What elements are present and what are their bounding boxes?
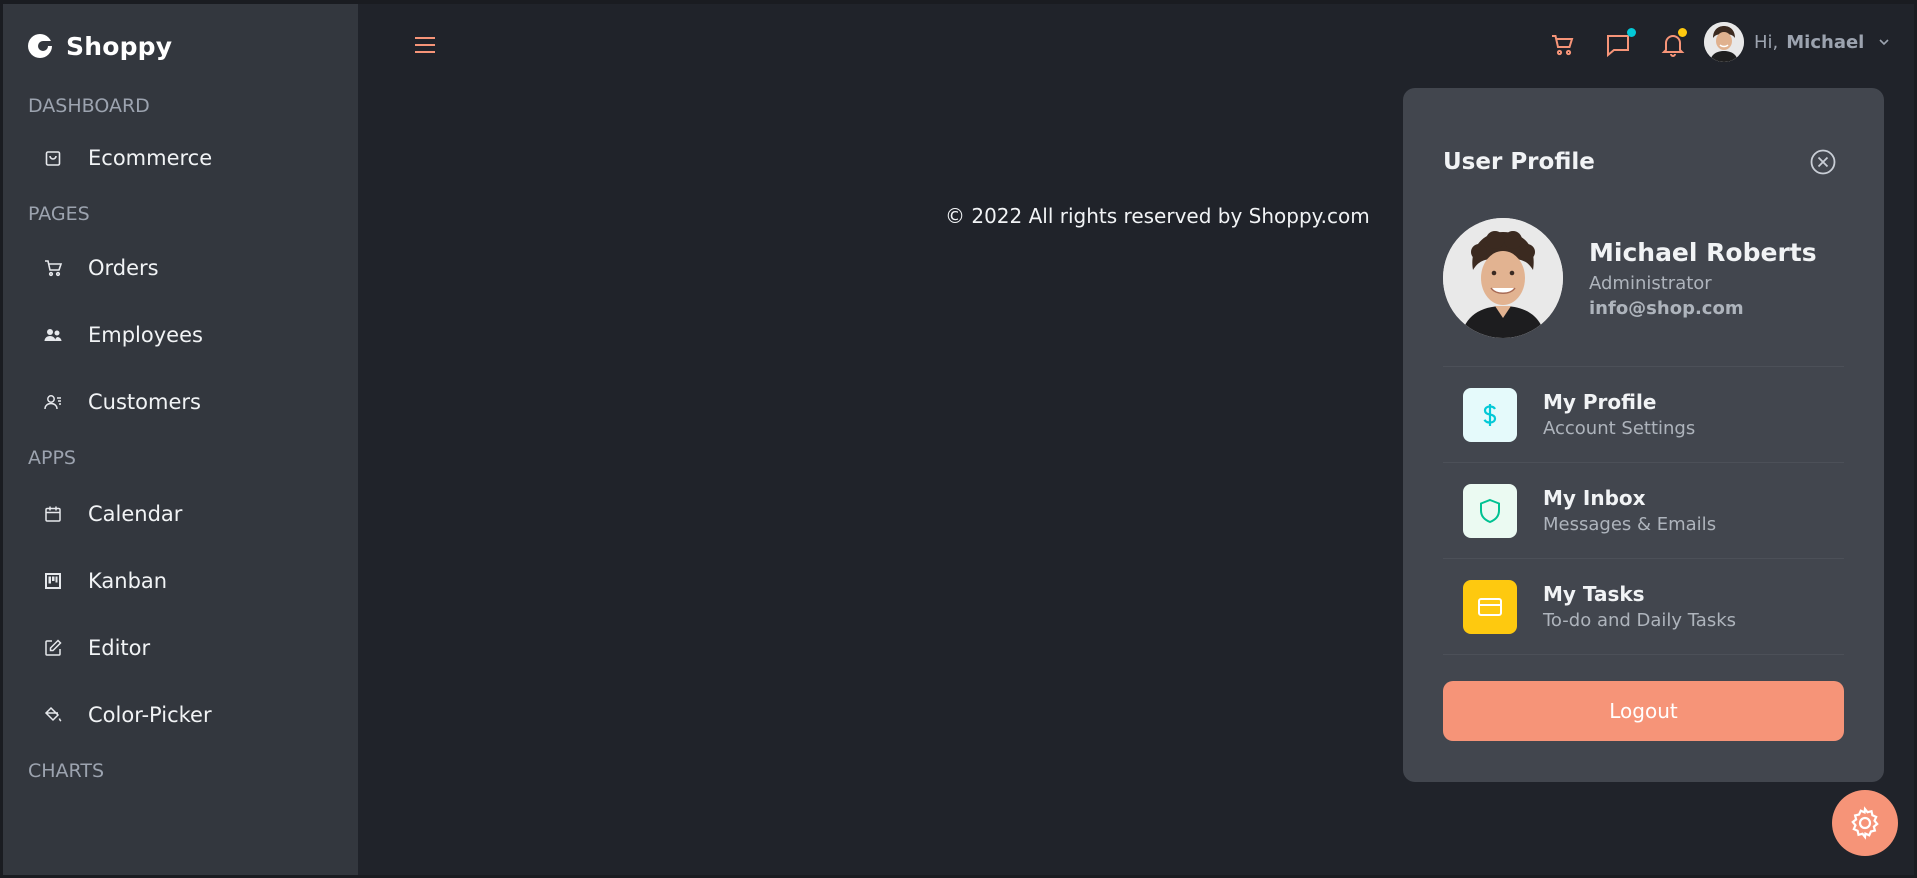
avatar [1704,22,1744,62]
shield-icon [1463,483,1517,538]
calendar-icon [42,503,64,525]
brand[interactable]: Shoppy [26,28,358,64]
menu-item-title: My Profile [1543,390,1657,414]
user-name: Michael [1786,31,1865,53]
shoppy-logo-icon [28,34,54,58]
kanban-icon [42,570,64,592]
close-icon[interactable] [1808,147,1838,177]
sidebar-item-label: Employees [88,323,203,347]
sidebar-item-color-picker[interactable]: Color-Picker [42,695,358,735]
sidebar-item-label: Customers [88,390,201,414]
customers-icon [42,391,64,413]
sidebar-item-label: Calendar [88,502,183,526]
sidebar-item-customers[interactable]: Customers [42,382,358,422]
chat-icon[interactable] [1603,28,1636,60]
menu-item-my-profile[interactable]: My Profile Account Settings [1443,367,1844,463]
menu-item-title: My Inbox [1543,486,1646,510]
avatar [1443,218,1563,338]
logout-button[interactable]: Logout [1443,681,1844,741]
panel-title: User Profile [1443,149,1595,175]
user-profile-panel: User Profile Michael Roberts Administrat… [1403,88,1884,782]
employees-icon [42,324,64,346]
chevron-down-icon [1879,39,1889,46]
menu-item-my-tasks[interactable]: My Tasks To-do and Daily Tasks [1443,559,1844,655]
menu-item-desc: To-do and Daily Tasks [1543,610,1737,631]
sidebar-item-ecommerce[interactable]: Ecommerce [42,138,358,178]
sidebar-item-kanban[interactable]: Kanban [42,561,358,601]
gear-icon [1851,806,1879,840]
cart-icon[interactable] [1548,30,1578,60]
profile-role: Administrator [1589,272,1712,294]
sidebar-item-label: Kanban [88,569,168,593]
sidebar-item-calendar[interactable]: Calendar [42,494,358,534]
section-title-charts: CHARTS [28,760,105,782]
profile-email: info@shop.com [1589,297,1744,319]
sidebar-item-label: Orders [88,256,159,280]
hamburger-icon[interactable] [414,34,436,56]
sidebar-item-label: Ecommerce [88,146,213,170]
card-icon [1463,579,1517,634]
section-title-apps: APPS [28,447,76,469]
bell-notification-dot [1678,28,1687,37]
brand-name: Shoppy [66,31,173,61]
section-title-pages: PAGES [28,203,90,225]
cart-icon [42,257,64,279]
profile-info: Michael Roberts Administrator info@shop.… [1589,238,1817,319]
greeting-text: Hi, [1754,31,1779,53]
sidebar-item-label: Editor [88,636,151,660]
edit-icon [42,637,64,659]
footer-copyright: © 2022 All rights reserved by Shoppy.com [945,204,1370,228]
sidebar-item-label: Color-Picker [88,703,212,727]
sidebar-item-employees[interactable]: Employees [42,315,358,355]
profile-summary: Michael Roberts Administrator info@shop.… [1443,218,1844,338]
bell-icon[interactable] [1658,28,1688,60]
section-title-dashboard: DASHBOARD [28,95,150,117]
dollar-icon [1463,387,1517,442]
menu-item-my-inbox[interactable]: My Inbox Messages & Emails [1443,463,1844,559]
user-menu[interactable]: Hi, Michael [1704,22,1890,62]
sidebar-item-editor[interactable]: Editor [42,628,358,668]
panel-header: User Profile [1443,144,1844,180]
menu-item-title: My Tasks [1543,582,1645,606]
sidebar-item-orders[interactable]: Orders [42,248,358,288]
menu-item-desc: Messages & Emails [1543,514,1717,535]
menu-item-desc: Account Settings [1543,418,1696,439]
sidebar: Shoppy DASHBOARD Ecommerce PAGES Orders … [0,0,358,878]
chat-notification-dot [1627,28,1636,37]
profile-name: Michael Roberts [1589,237,1817,267]
shopping-bag-icon [42,147,64,169]
settings-button[interactable] [1832,790,1898,856]
paint-bucket-icon [42,704,64,726]
